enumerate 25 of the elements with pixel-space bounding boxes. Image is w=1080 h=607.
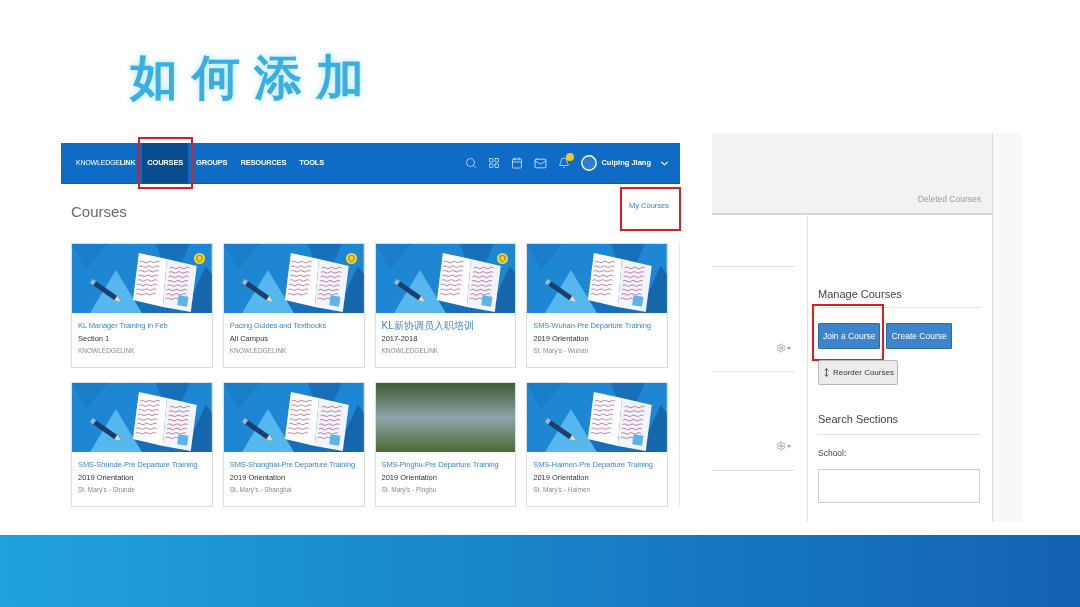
gear-icon (776, 343, 786, 353)
school-input-field[interactable] (818, 469, 980, 503)
deleted-courses-link[interactable]: Deleted Courses (917, 193, 981, 206)
caret-icon (787, 444, 791, 448)
up-down-arrow-icon (822, 368, 831, 377)
caret-icon (787, 346, 791, 350)
action-button[interactable]: Reorder Courses (818, 360, 898, 385)
settings-menu-button[interactable] (776, 441, 791, 451)
grid-icon[interactable] (488, 157, 501, 169)
search-icon[interactable] (465, 157, 478, 169)
action-button[interactable]: Join a Course (818, 323, 881, 349)
slide-title: 如何添加 (130, 54, 378, 102)
settings-menu-button[interactable] (776, 343, 791, 353)
course-title[interactable]: KL新协调员入职培训 (381, 320, 510, 333)
calendar-icon[interactable] (511, 157, 524, 169)
notification-dot-icon (566, 153, 575, 161)
avatar-icon[interactable] (581, 155, 598, 171)
page-heading: Courses (71, 204, 127, 219)
action-button[interactable]: Create Course (886, 323, 952, 349)
section-heading: Manage Courses (818, 287, 903, 301)
bell-icon[interactable] (558, 157, 571, 169)
gear-icon (776, 441, 786, 451)
field-label: School: (818, 448, 848, 459)
section-heading: Search Sections (818, 412, 900, 426)
mail-icon[interactable] (534, 156, 548, 170)
